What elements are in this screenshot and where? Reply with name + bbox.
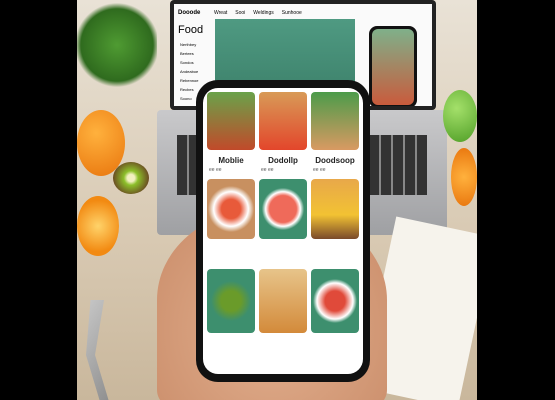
phone-screen: Moblie ee ee Dodollp ee ee Doodsoop ee ee [203,88,363,374]
recipe-card[interactable] [207,179,255,265]
sidebar-item[interactable]: Sondos [180,58,210,67]
sidebar-item[interactable]: Nerthbey [180,40,210,49]
apple [443,90,477,142]
photo-scene: Dooode Wreat Sooi Weldings Sunhooe Food … [77,0,477,400]
recipe-meta: ee ee [209,167,222,173]
sidebar-item[interactable]: Andeaboe [180,67,210,76]
smartphone: Moblie ee ee Dodollp ee ee Doodsoop ee ee [196,80,370,382]
recipe-meta: ee ee [261,167,274,173]
orange-slice [77,196,119,256]
nav-item[interactable]: Sunhooe [282,10,302,16]
nav-item[interactable]: Sooi [235,10,245,16]
orange-right [451,148,477,206]
recipe-card[interactable] [207,269,255,333]
recipe-card[interactable]: Doodsoop ee ee [311,92,359,175]
recipe-card[interactable] [259,269,307,333]
recipe-title: Dodollp [268,156,298,165]
recipe-title: Moblie [218,156,244,165]
kiwi [113,162,149,194]
nav-item[interactable]: Weldings [253,10,273,16]
recipe-title: Doodsoop [315,156,355,165]
recipe-grid: Moblie ee ee Dodollp ee ee Doodsoop ee ee [203,88,363,337]
sidebar-item[interactable]: Bertees [180,49,210,58]
herb-plant [77,0,157,90]
recipe-card[interactable] [259,179,307,265]
recipe-meta: ee ee [313,167,326,173]
site-brand: Dooode [178,10,201,16]
spoon [86,300,109,400]
recipe-card[interactable] [311,269,359,333]
nav-item[interactable]: Wreat [214,10,227,16]
page-title: Food [178,24,204,36]
recipe-card[interactable] [311,179,359,265]
recipe-card[interactable]: Dodollp ee ee [259,92,307,175]
mini-phone [369,26,417,106]
recipe-card[interactable]: Moblie ee ee [207,92,255,175]
site-nav: Wreat Sooi Weldings Sunhooe [214,10,302,16]
